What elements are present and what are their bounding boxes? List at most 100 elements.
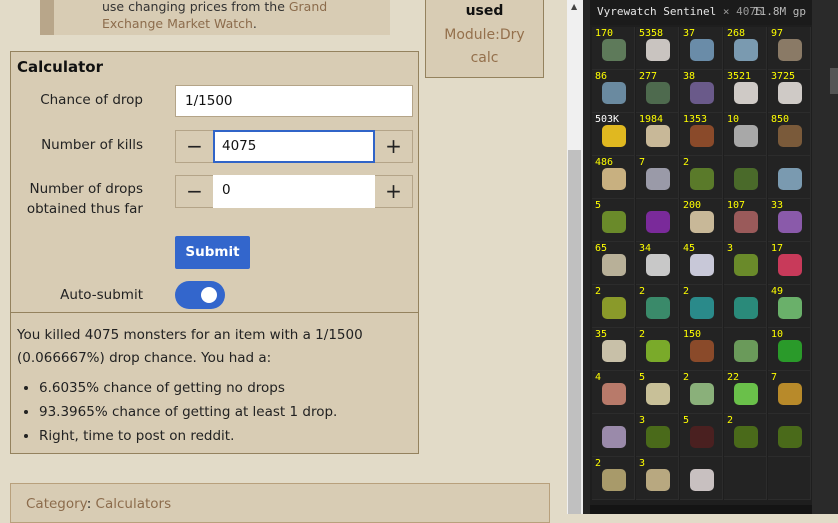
loot-item-quantity: 22 (727, 372, 740, 383)
loot-item-quantity: 3725 (771, 71, 796, 82)
note-suffix: . (252, 16, 257, 31)
loot-item-slot[interactable]: 3521 (724, 70, 767, 113)
loot-item-quantity: 49 (771, 286, 784, 297)
loot-item-slot[interactable]: 3 (724, 242, 767, 285)
loot-item-slot[interactable]: 277 (636, 70, 679, 113)
kills-increment-button[interactable]: + (375, 131, 412, 162)
loot-item-slot[interactable]: 486 (592, 156, 635, 199)
loot-item-slot[interactable]: 5 (680, 414, 723, 457)
drops-input[interactable]: 0 (213, 175, 375, 208)
kills-input[interactable]: 4075 (213, 130, 375, 163)
loot-item-slot[interactable]: 3 (636, 414, 679, 457)
loot-item-slot[interactable]: 5358 (636, 27, 679, 70)
loot-item-icon (690, 82, 714, 104)
loot-item-slot[interactable] (680, 457, 723, 500)
loot-item-slot[interactable]: 22 (724, 371, 767, 414)
loot-item-slot[interactable] (724, 328, 767, 371)
drops-decrement-button[interactable]: − (176, 176, 213, 207)
page-scrollbar[interactable]: ▲ (567, 0, 583, 514)
module-link-line1[interactable]: Module:Dry (426, 24, 543, 47)
loot-item-slot[interactable]: 97 (768, 27, 811, 70)
loot-npc-name: Vyrewatch Sentinel (597, 5, 717, 18)
loot-item-slot[interactable]: 45 (680, 242, 723, 285)
category-label[interactable]: Category (26, 496, 87, 512)
loot-item-slot[interactable]: 2 (680, 371, 723, 414)
submit-button[interactable]: Submit (175, 236, 250, 269)
loot-item-slot[interactable]: 1984 (636, 113, 679, 156)
loot-item-icon (602, 426, 626, 448)
loot-item-slot[interactable]: 107 (724, 199, 767, 242)
loot-item-quantity: 34 (639, 243, 652, 254)
loot-item-slot[interactable]: 5 (592, 199, 635, 242)
loot-item-slot[interactable]: 2 (636, 328, 679, 371)
loot-item-slot[interactable]: 17 (768, 242, 811, 285)
kills-decrement-button[interactable]: − (176, 131, 213, 162)
loot-item-slot[interactable] (768, 414, 811, 457)
loot-item-icon (602, 297, 626, 319)
loot-item-icon (690, 297, 714, 319)
loot-header[interactable]: Vyrewatch Sentinel × 4075 11.8M gp (590, 0, 812, 25)
loot-item-icon (690, 340, 714, 362)
loot-item-slot[interactable] (724, 285, 767, 328)
loot-item-icon (690, 39, 714, 61)
scroll-thumb[interactable] (568, 150, 581, 514)
chance-of-drop-input[interactable]: 1/1500 (175, 85, 413, 117)
loot-item-slot[interactable]: 37 (680, 27, 723, 70)
loot-item-slot[interactable]: 850 (768, 113, 811, 156)
loot-item-icon (690, 426, 714, 448)
loot-item-slot[interactable]: 34 (636, 242, 679, 285)
loot-item-slot[interactable] (636, 199, 679, 242)
loot-item-icon (778, 340, 802, 362)
loot-item-slot[interactable]: 10 (768, 328, 811, 371)
loot-item-slot[interactable]: 5 (636, 371, 679, 414)
module-link-line2[interactable]: calc (426, 47, 543, 70)
loot-item-icon (602, 469, 626, 491)
loot-item-slot[interactable]: 1353 (680, 113, 723, 156)
loot-item-slot[interactable]: 4 (592, 371, 635, 414)
loot-item-slot[interactable] (724, 156, 767, 199)
result-bullet: 93.3965% chance of getting at least 1 dr… (39, 400, 412, 424)
loot-item-slot[interactable]: 2 (636, 285, 679, 328)
loot-item-slot[interactable]: 268 (724, 27, 767, 70)
loot-item-slot[interactable]: 65 (592, 242, 635, 285)
loot-item-slot[interactable]: 2 (680, 156, 723, 199)
loot-item-slot[interactable]: 35 (592, 328, 635, 371)
loot-item-quantity: 3 (639, 458, 646, 469)
loot-item-icon (646, 469, 670, 491)
loot-item-slot[interactable] (768, 457, 811, 500)
autosubmit-label: Auto-submit (60, 287, 143, 303)
scroll-up-arrow-icon[interactable]: ▲ (571, 2, 577, 11)
loot-item-slot[interactable]: 2 (592, 457, 635, 500)
market-watch-link[interactable]: Market Watch (167, 16, 253, 31)
loot-item-slot[interactable]: 7 (636, 156, 679, 199)
loot-item-slot[interactable]: 150 (680, 328, 723, 371)
module-link[interactable]: Module:Dry calc (426, 24, 543, 70)
loot-item-slot[interactable]: 503K (592, 113, 635, 156)
loot-item-slot[interactable]: 2 (724, 414, 767, 457)
loot-item-slot[interactable]: 38 (680, 70, 723, 113)
loot-item-slot[interactable]: 200 (680, 199, 723, 242)
loot-item-slot[interactable]: 49 (768, 285, 811, 328)
category-link[interactable]: Calculators (96, 496, 172, 512)
next-loot-header (590, 505, 812, 514)
autosubmit-toggle[interactable] (175, 281, 225, 309)
loot-item-slot[interactable]: 3 (636, 457, 679, 500)
plugin-tab[interactable] (830, 68, 838, 94)
loot-item-quantity: 503K (595, 114, 620, 125)
loot-item-slot[interactable]: 2 (592, 285, 635, 328)
loot-item-slot[interactable]: 7 (768, 371, 811, 414)
loot-item-slot[interactable]: 2 (680, 285, 723, 328)
loot-item-icon (734, 426, 758, 448)
loot-item-slot[interactable] (724, 457, 767, 500)
loot-item-slot[interactable]: 10 (724, 113, 767, 156)
loot-item-slot[interactable] (768, 156, 811, 199)
loot-item-icon (646, 39, 670, 61)
loot-item-slot[interactable]: 33 (768, 199, 811, 242)
loot-item-icon (734, 39, 758, 61)
calculator-title: Calculator (17, 58, 103, 76)
loot-item-slot[interactable]: 170 (592, 27, 635, 70)
loot-item-slot[interactable] (592, 414, 635, 457)
loot-item-slot[interactable]: 3725 (768, 70, 811, 113)
drops-increment-button[interactable]: + (375, 176, 412, 207)
loot-item-slot[interactable]: 86 (592, 70, 635, 113)
